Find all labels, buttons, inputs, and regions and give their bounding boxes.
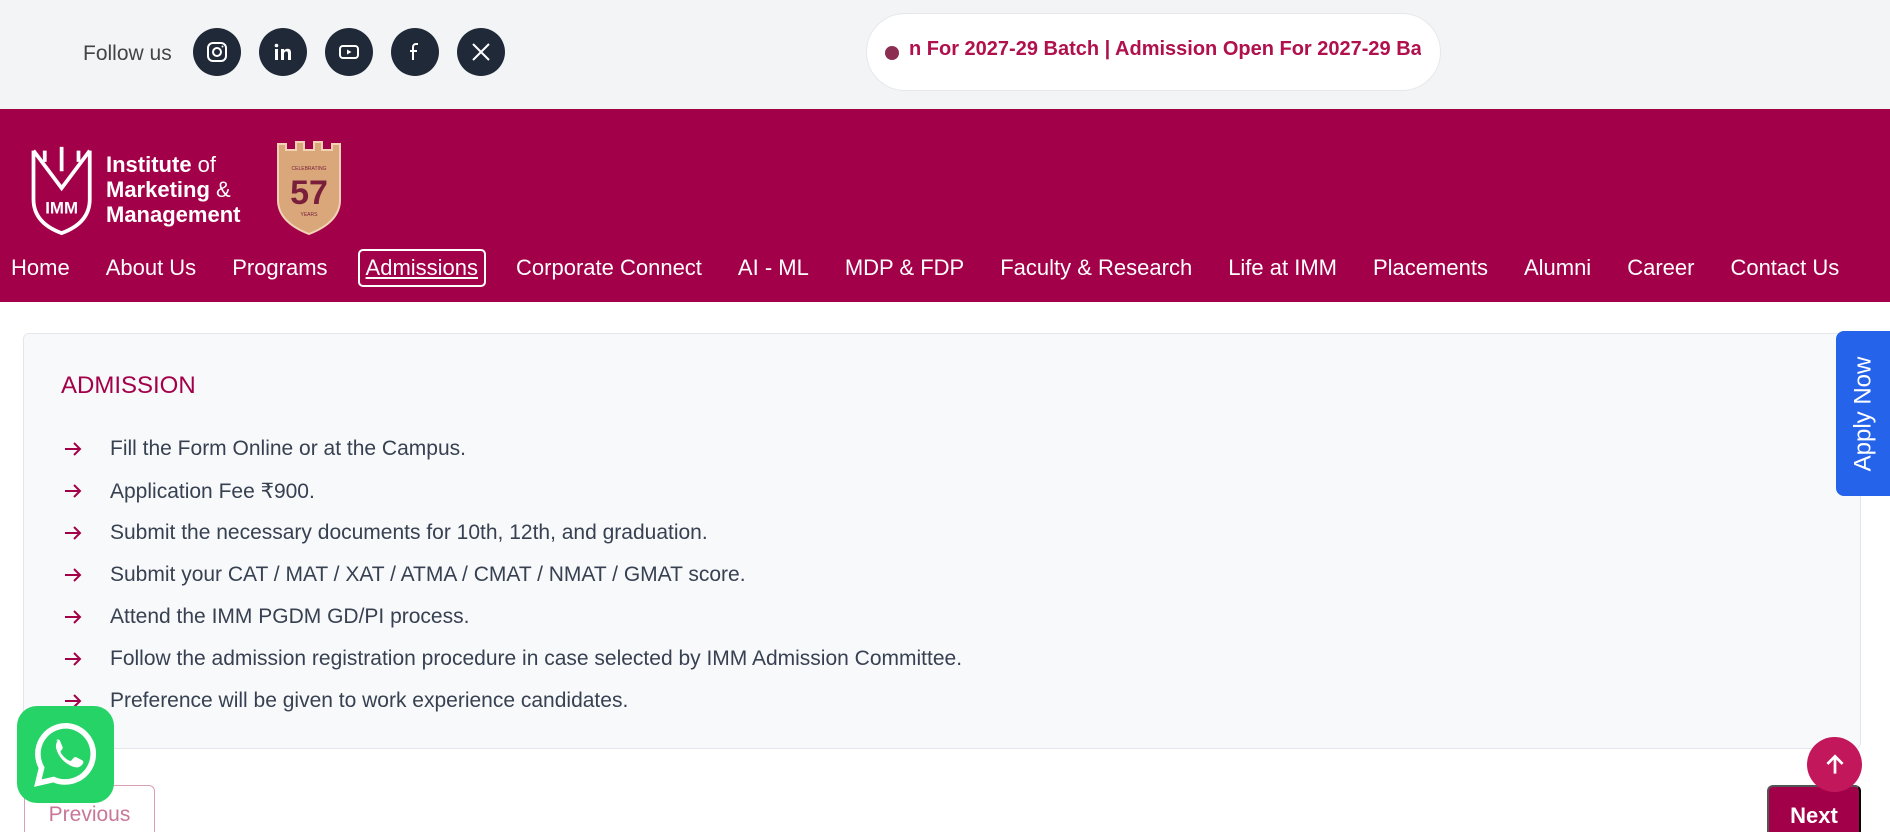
nav-contact-us[interactable]: Contact Us <box>1724 251 1845 285</box>
nav-placements[interactable]: Placements <box>1367 251 1494 285</box>
step-text: Preference will be given to work experie… <box>110 689 629 712</box>
instagram-icon[interactable] <box>193 28 241 76</box>
apply-now-button[interactable]: Apply Now <box>1836 331 1890 496</box>
logo-line2-bold: Marketing <box>106 177 210 202</box>
step-text: Fill the Form Online or at the Campus. <box>110 437 466 460</box>
badge-top-text: CELEBRATING <box>292 166 327 172</box>
nav-life-at-imm[interactable]: Life at IMM <box>1222 251 1343 285</box>
primary-nav: Home About Us Programs Admissions Corpor… <box>0 249 1869 287</box>
next-button[interactable]: Next <box>1767 785 1861 832</box>
celebrating-57-years-badge: CELEBRATING 57 YEARS <box>277 141 341 236</box>
ticker-dot <box>885 46 899 60</box>
nav-ai-ml[interactable]: AI - ML <box>732 251 815 285</box>
logo-line3-bold: Management <box>106 202 241 227</box>
badge-number: 57 <box>290 174 328 212</box>
nav-admissions[interactable]: Admissions <box>357 249 487 287</box>
arrow-up-icon <box>1825 753 1844 774</box>
admission-card: ADMISSION Fill the Form Online or at the… <box>23 333 1861 749</box>
x-twitter-icon[interactable] <box>457 28 505 76</box>
step-text: Application Fee ₹900. <box>110 479 315 503</box>
social-links <box>193 28 505 76</box>
logo-line1-thin: of <box>191 152 217 177</box>
nav-faculty-research[interactable]: Faculty & Research <box>994 251 1198 285</box>
nav-home[interactable]: Home <box>5 251 76 285</box>
nav-corporate-connect[interactable]: Corporate Connect <box>510 251 708 285</box>
arrow-right-icon <box>65 568 82 582</box>
ticker-text: n For 2027-29 Batch | Admission Open For… <box>909 38 1421 60</box>
top-bar: Follow us n For 2027-29 Batch | Admissio… <box>0 0 1890 109</box>
arrow-right-icon <box>65 484 82 498</box>
list-item: Attend the IMM PGDM GD/PI process. <box>62 596 962 638</box>
admission-ticker: n For 2027-29 Batch | Admission Open For… <box>866 13 1441 91</box>
list-item: Submit the necessary documents for 10th,… <box>62 512 962 554</box>
arrow-right-icon <box>65 610 82 624</box>
list-item: Submit your CAT / MAT / XAT / ATMA / CMA… <box>62 554 962 596</box>
logo-line1-bold: Institute <box>106 152 192 177</box>
step-text: Submit the necessary documents for 10th,… <box>110 521 708 544</box>
list-item: Application Fee ₹900. <box>62 470 962 512</box>
youtube-icon[interactable] <box>325 28 373 76</box>
linkedin-icon[interactable] <box>259 28 307 76</box>
apply-now-label: Apply Now <box>1849 356 1876 471</box>
nav-mdp-fdp[interactable]: MDP & FDP <box>839 251 970 285</box>
logo-wordmark: Institute of Marketing & Management <box>106 152 240 227</box>
arrow-right-icon <box>65 442 82 456</box>
logo-line2-thin: & <box>209 177 231 202</box>
nav-about-us[interactable]: About Us <box>100 251 203 285</box>
nav-programs[interactable]: Programs <box>226 251 333 285</box>
whatsapp-icon[interactable] <box>17 706 114 803</box>
list-item: Follow the admission registration proced… <box>62 638 962 680</box>
nav-alumni[interactable]: Alumni <box>1518 251 1597 285</box>
admission-title: ADMISSION <box>61 372 196 399</box>
step-text: Follow the admission registration proced… <box>110 647 963 670</box>
facebook-icon[interactable] <box>391 28 439 76</box>
admission-steps: Fill the Form Online or at the Campus. A… <box>62 428 962 722</box>
follow-us-label: Follow us <box>83 42 172 65</box>
scroll-to-top-button[interactable] <box>1807 737 1862 792</box>
step-text: Submit your CAT / MAT / XAT / ATMA / CMA… <box>110 563 746 586</box>
list-item: Preference will be given to work experie… <box>62 680 962 722</box>
logo-monogram: IMM <box>45 198 78 217</box>
badge-bottom-text: YEARS <box>301 212 319 218</box>
nav-career[interactable]: Career <box>1621 251 1700 285</box>
imm-logo-mark[interactable]: IMM <box>26 140 101 240</box>
list-item: Fill the Form Online or at the Campus. <box>62 428 962 470</box>
arrow-right-icon <box>65 652 82 666</box>
step-text: Attend the IMM PGDM GD/PI process. <box>110 605 470 628</box>
arrow-right-icon <box>65 526 82 540</box>
